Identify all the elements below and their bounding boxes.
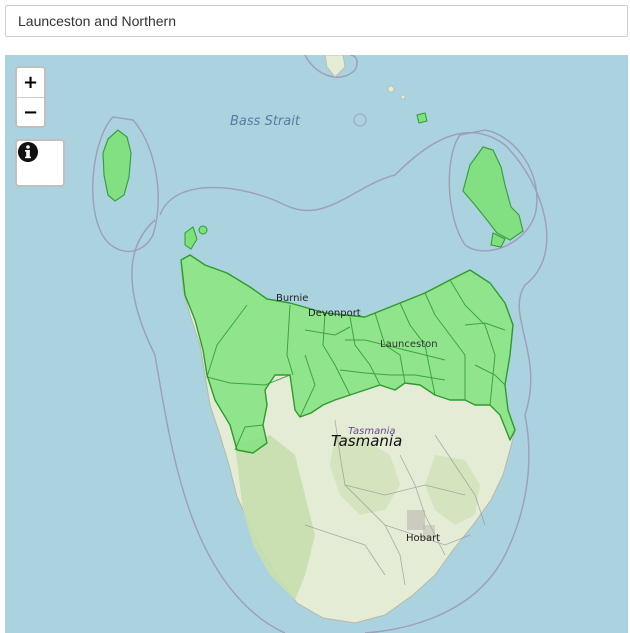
- zoom-control: + −: [15, 66, 46, 128]
- search-input[interactable]: [6, 6, 627, 36]
- info-button[interactable]: [15, 139, 65, 187]
- zoom-out-button[interactable]: −: [17, 98, 44, 126]
- hobart-label: Hobart: [406, 533, 441, 544]
- devonport-label: Devonport: [308, 308, 361, 319]
- zoom-in-button[interactable]: +: [17, 68, 44, 98]
- info-icon: [18, 142, 38, 162]
- search-box[interactable]: [5, 5, 628, 37]
- burnie-label: Burnie: [276, 293, 309, 304]
- launceston-label: Launceston: [380, 339, 438, 350]
- small-island: [416, 112, 428, 124]
- map-canvas[interactable]: [5, 55, 628, 633]
- bass-strait-label: Bass Strait: [230, 114, 300, 129]
- small-west-island: [198, 225, 208, 235]
- tasmania-label: Tasmania: [331, 432, 403, 450]
- map-view[interactable]: Bass Strait Burnie Devonport Launceston …: [5, 55, 628, 633]
